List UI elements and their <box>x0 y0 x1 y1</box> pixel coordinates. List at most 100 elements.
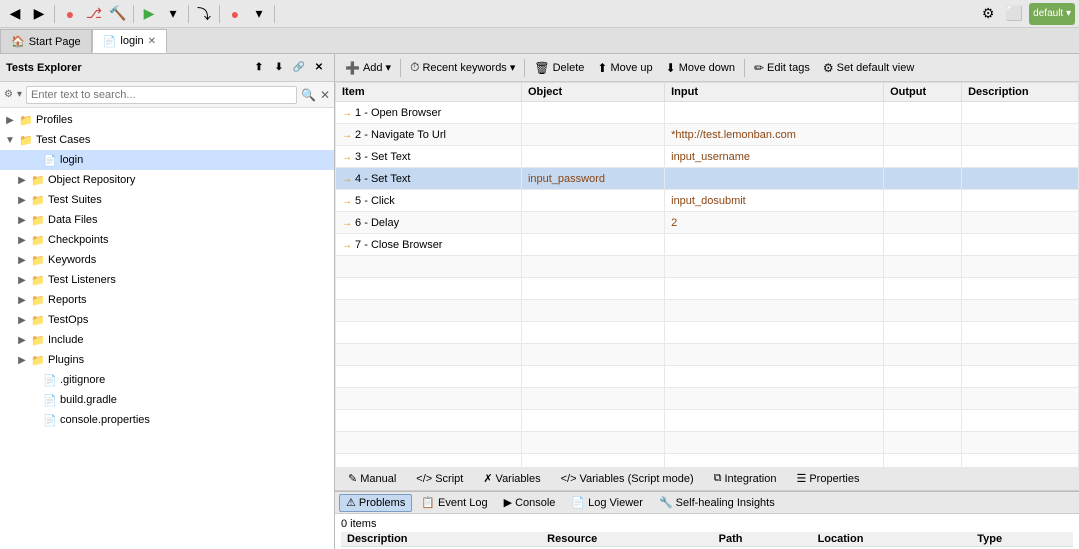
table-row-empty[interactable] <box>336 366 1079 388</box>
move-down-button[interactable]: ⬇ Move down <box>660 57 741 79</box>
tree-item-plugins[interactable]: ▶ 📁 Plugins <box>0 350 334 370</box>
tab-variables-script[interactable]: </> Variables (Script mode) <box>552 469 703 489</box>
tab-properties[interactable]: ☰ Properties <box>787 469 868 489</box>
link-btn[interactable]: 🔗 <box>290 59 308 77</box>
table-row-empty[interactable] <box>336 454 1079 468</box>
toolbar-forward[interactable]: ▶ <box>28 3 50 25</box>
tab-login-close[interactable]: ✕ <box>148 36 156 47</box>
tree-item-checkpoints[interactable]: ▶ 📁 Checkpoints <box>0 230 334 250</box>
table-row[interactable]: → 3 - Set Text input_username <box>336 146 1079 168</box>
cell-input: *http://test.lemonban.com <box>665 124 884 146</box>
col-description: Description <box>341 532 541 547</box>
toolbar-build[interactable]: 🔨 <box>107 3 129 25</box>
tree-item-console-properties[interactable]: 📄 console.properties <box>0 410 334 430</box>
tree-item-testops[interactable]: ▶ 📁 TestOps <box>0 310 334 330</box>
clear-search-icon[interactable]: ✕ <box>320 88 330 102</box>
search-input[interactable] <box>26 86 297 104</box>
search-icon[interactable]: 🔍 <box>301 88 316 102</box>
tree-item-object-repository[interactable]: ▶ 📁 Object Repository <box>0 170 334 190</box>
table-row[interactable]: → 4 - Set Text input_password <box>336 168 1079 190</box>
toolbar-settings[interactable]: ⚙ <box>977 3 999 25</box>
toolbar-dropdown-run[interactable]: ▾ <box>162 3 184 25</box>
cell-output <box>884 124 962 146</box>
cell-item: → 3 - Set Text <box>336 146 522 168</box>
table-row-empty[interactable] <box>336 278 1079 300</box>
empty-cell <box>336 278 522 300</box>
profiles-label: Profiles <box>36 114 73 126</box>
table-row[interactable]: → 1 - Open Browser <box>336 102 1079 124</box>
bottom-section: ⚠ Problems 📋 Event Log ▶ Console 📄 Log V… <box>335 491 1079 549</box>
empty-cell <box>336 366 522 388</box>
tab-integration[interactable]: ⧉ Integration <box>705 469 786 489</box>
login-tab-icon: 📄 <box>103 35 117 48</box>
close-panel-btn[interactable]: ✕ <box>310 59 328 77</box>
test-suites-label: Test Suites <box>48 194 102 206</box>
tab-manual[interactable]: ✎ Manual <box>339 469 405 489</box>
toolbar-step[interactable]: ⤵ <box>193 3 215 25</box>
variables-icon: ✗ <box>483 472 492 485</box>
table-row[interactable]: → 2 - Navigate To Url *http://test.lemon… <box>336 124 1079 146</box>
table-row-empty[interactable] <box>336 410 1079 432</box>
toolbar-default[interactable]: default ▾ <box>1029 3 1075 25</box>
table-row-empty[interactable] <box>336 256 1079 278</box>
tree-item-test-suites[interactable]: ▶ 📁 Test Suites <box>0 190 334 210</box>
expand-all-btn[interactable]: ⬇ <box>270 59 288 77</box>
keywords-icon: 📁 <box>30 253 46 267</box>
edit-tags-button[interactable]: ✏ Edit tags <box>748 57 816 79</box>
object-repository-label: Object Repository <box>48 174 135 186</box>
move-up-button[interactable]: ⬆ Move up <box>591 57 658 79</box>
tree-item-gitignore[interactable]: 📄 .gitignore <box>0 370 334 390</box>
move-down-label: Move down <box>679 62 735 74</box>
cell-input: input_username <box>665 146 884 168</box>
collapse-all-btn[interactable]: ⬆ <box>250 59 268 77</box>
tab-bar: 🏠 Start Page 📄 login ✕ <box>0 28 1079 54</box>
tree-item-data-files[interactable]: ▶ 📁 Data Files <box>0 210 334 230</box>
toolbar-sep-5 <box>274 5 275 23</box>
tree-item-profiles[interactable]: ▶ 📁 Profiles <box>0 110 334 130</box>
tests-explorer-title: Tests Explorer <box>6 62 82 74</box>
table-row-empty[interactable] <box>336 432 1079 454</box>
delete-button[interactable]: 🗑 Delete <box>528 57 590 79</box>
tab-start-page[interactable]: 🏠 Start Page <box>0 29 92 53</box>
recent-keywords-button[interactable]: ⏱ Recent keywords ▾ <box>404 57 521 79</box>
add-icon: ➕ <box>345 61 360 75</box>
toolbar-sep-4 <box>219 5 220 23</box>
tab-script[interactable]: </> Script <box>407 469 472 489</box>
toolbar-run-icon[interactable]: ▶ <box>138 3 160 25</box>
col-path: Path <box>713 532 812 547</box>
console-tab[interactable]: ▶ Console <box>497 494 563 512</box>
table-row[interactable]: → 7 - Close Browser <box>336 234 1079 256</box>
tree-item-keywords[interactable]: ▶ 📁 Keywords <box>0 250 334 270</box>
toolbar-git[interactable]: ⎇ <box>83 3 105 25</box>
table-row[interactable]: → 5 - Click input_dosubmit <box>336 190 1079 212</box>
event-log-tab[interactable]: 📋 Event Log <box>414 494 494 512</box>
toolbar-window[interactable]: ⬜ <box>1003 3 1025 25</box>
tree-item-login[interactable]: 📄 login <box>0 150 334 170</box>
test-cases-folder-icon: 📁 <box>18 133 34 147</box>
table-row-empty[interactable] <box>336 344 1079 366</box>
log-viewer-tab[interactable]: 📄 Log Viewer <box>564 494 650 512</box>
self-healing-tab[interactable]: 🔧 Self-healing Insights <box>652 494 782 512</box>
tree-item-reports[interactable]: ▶ 📁 Reports <box>0 290 334 310</box>
toolbar-back[interactable]: ◀ <box>4 3 26 25</box>
checkpoints-label: Checkpoints <box>48 234 109 246</box>
cell-input <box>665 168 884 190</box>
tree-item-test-listeners[interactable]: ▶ 📁 Test Listeners <box>0 270 334 290</box>
toolbar-record[interactable]: ● <box>224 3 246 25</box>
table-row[interactable]: → 6 - Delay 2 <box>336 212 1079 234</box>
toolbar-katalon[interactable]: ● <box>59 3 81 25</box>
toolbar-dropdown-record[interactable]: ▾ <box>248 3 270 25</box>
table-row-empty[interactable] <box>336 300 1079 322</box>
reports-arrow: ▶ <box>16 295 28 306</box>
tree-item-test-cases[interactable]: ▼ 📁 Test Cases <box>0 130 334 150</box>
table-row-empty[interactable] <box>336 388 1079 410</box>
tree-item-include[interactable]: ▶ 📁 Include <box>0 330 334 350</box>
tab-variables[interactable]: ✗ Variables <box>474 469 549 489</box>
tab-login[interactable]: 📄 login ✕ <box>92 29 167 53</box>
tree-item-build-gradle[interactable]: 📄 build.gradle <box>0 390 334 410</box>
problems-tab[interactable]: ⚠ Problems <box>339 494 412 512</box>
cell-description <box>962 190 1079 212</box>
table-row-empty[interactable] <box>336 322 1079 344</box>
set-default-view-button[interactable]: ⚙ Set default view <box>817 57 920 79</box>
add-button[interactable]: ➕ Add ▾ <box>339 57 397 79</box>
